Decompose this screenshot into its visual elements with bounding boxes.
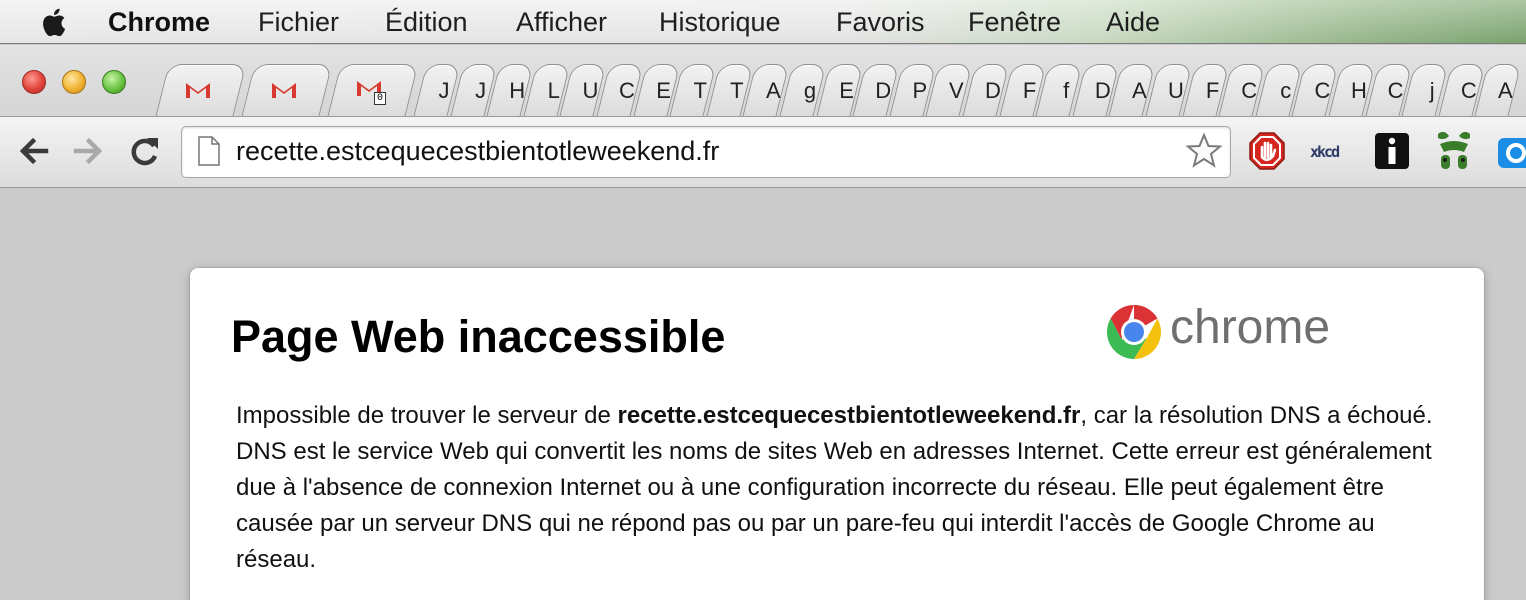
chrome-wordmark: chrome xyxy=(1170,301,1331,354)
gmail-icon xyxy=(186,83,210,98)
minimize-window-button[interactable] xyxy=(62,70,86,94)
menu-fichier[interactable]: Fichier xyxy=(258,6,339,38)
close-window-button[interactable] xyxy=(22,70,46,94)
gmail-unread-badge: 0 xyxy=(374,92,386,105)
alien-icon[interactable] xyxy=(1434,130,1474,172)
error-message-intro: Impossible de trouver le serveur de xyxy=(236,402,618,429)
menu-edition[interactable]: Édition xyxy=(385,6,468,38)
back-arrow-icon[interactable] xyxy=(16,134,50,168)
chrome-logo-icon xyxy=(1106,305,1162,359)
extension-partial-icon[interactable] xyxy=(1496,130,1526,172)
reload-icon[interactable] xyxy=(128,134,162,168)
info-icon[interactable] xyxy=(1372,130,1412,172)
menu-historique[interactable]: Historique xyxy=(659,6,781,38)
error-message: Impossible de trouver le serveur de rece… xyxy=(236,398,1451,578)
bookmark-star-icon[interactable] xyxy=(1185,132,1223,170)
menu-favoris[interactable]: Favoris xyxy=(836,6,925,38)
forward-arrow-icon[interactable] xyxy=(72,134,106,168)
tab-favicon-letter: A xyxy=(1498,78,1513,103)
address-bar-url[interactable]: recette.estcequecestbientotleweekend.fr xyxy=(236,134,719,168)
menu-app-name[interactable]: Chrome xyxy=(108,6,210,38)
gmail-icon xyxy=(272,83,296,98)
error-host: recette.estcequecestbientotleweekend.fr xyxy=(617,402,1081,429)
menu-afficher[interactable]: Afficher xyxy=(516,6,607,38)
adblock-icon[interactable] xyxy=(1247,130,1287,172)
zoom-window-button[interactable] xyxy=(102,70,126,94)
page-icon xyxy=(198,136,220,166)
xkcd-icon[interactable]: xkcd xyxy=(1309,130,1349,172)
apple-icon[interactable] xyxy=(38,5,72,39)
page-title: Page Web inaccessible xyxy=(231,311,726,362)
svg-text:xkcd: xkcd xyxy=(1310,143,1339,161)
menu-fenetre[interactable]: Fenêtre xyxy=(968,6,1061,38)
menu-aide[interactable]: Aide xyxy=(1106,6,1160,38)
